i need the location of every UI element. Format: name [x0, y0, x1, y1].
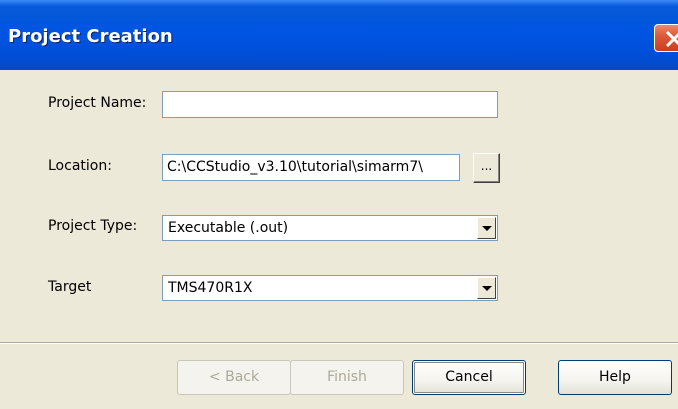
- location-label: Location:: [48, 158, 112, 174]
- project-type-select[interactable]: Executable (.out): [162, 215, 498, 241]
- cancel-button[interactable]: Cancel: [412, 360, 526, 395]
- location-input[interactable]: C:\CCStudio_v3.10\tutorial\simarm7\: [162, 154, 460, 181]
- browse-button[interactable]: ...: [473, 153, 500, 183]
- project-type-label: Project Type:: [48, 218, 138, 234]
- project-type-value: Executable (.out): [168, 220, 289, 236]
- finish-button[interactable]: Finish: [290, 360, 404, 395]
- target-value: TMS470R1X: [168, 280, 253, 296]
- project-creation-dialog: Project Creation Project Name: Location:…: [0, 0, 678, 409]
- title-bar[interactable]: Project Creation: [0, 0, 678, 70]
- close-icon: [665, 30, 678, 48]
- project-name-input[interactable]: [162, 91, 498, 118]
- project-name-label: Project Name:: [48, 95, 147, 111]
- chevron-down-icon[interactable]: [477, 217, 496, 239]
- target-label: Target: [48, 279, 92, 295]
- close-button[interactable]: [654, 24, 678, 52]
- chevron-down-icon[interactable]: [477, 277, 496, 299]
- help-button[interactable]: Help: [558, 360, 672, 395]
- window-title: Project Creation: [8, 26, 173, 47]
- target-select[interactable]: TMS470R1X: [162, 275, 498, 301]
- back-button[interactable]: < Back: [177, 360, 291, 395]
- button-divider: [0, 342, 678, 344]
